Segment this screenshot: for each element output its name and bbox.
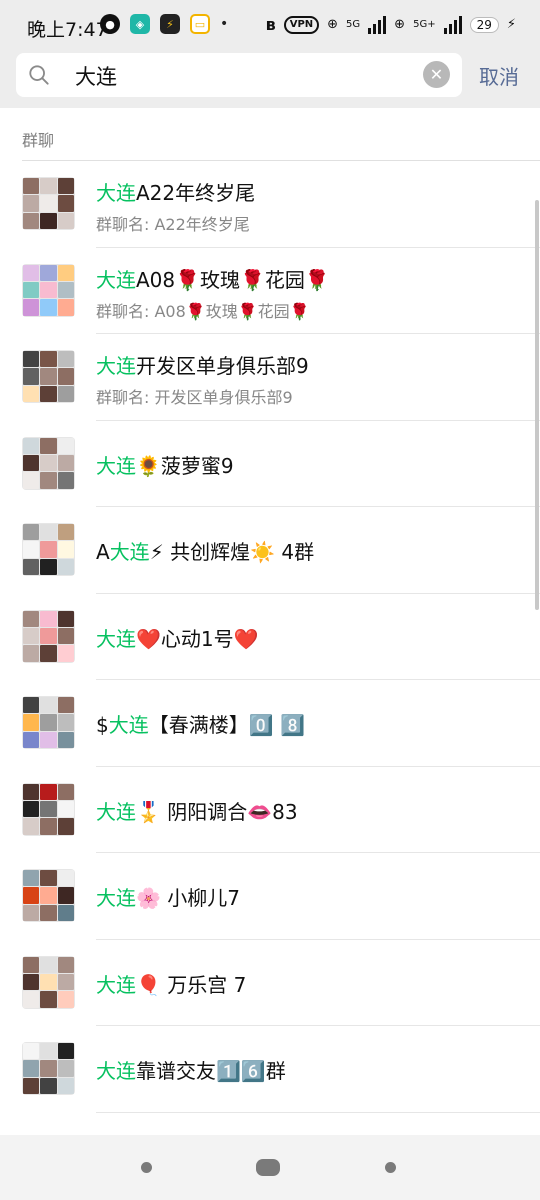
- title-rest: ⚡ 共创辉煌☀️ 4群: [149, 540, 315, 564]
- group-title: 大连靠谱交友1️⃣6️⃣群: [96, 1055, 286, 1084]
- group-title: A大连⚡ 共创辉煌☀️ 4群: [96, 536, 314, 565]
- group-title: 大连开发区单身俱乐部9: [96, 350, 309, 379]
- group-avatar: [22, 436, 75, 490]
- list-item[interactable]: 大连🎈 万乐宫 7: [0, 940, 540, 1026]
- title-rest: 🌸 小柳儿7: [136, 886, 240, 910]
- title-highlight: 大连: [109, 540, 150, 564]
- title-rest: 靠谱交友1️⃣6️⃣群: [136, 1059, 286, 1083]
- bear-app-icon: ●: [100, 14, 120, 34]
- title-highlight: 大连: [108, 713, 149, 737]
- group-title: 大连🌻菠萝蜜9: [96, 450, 234, 479]
- results-list: 大连A22年终岁尾 群聊名: A22年终岁尾 大连A08🌹玫瑰🌹花园🌹 群聊名: A0…: [0, 161, 540, 1113]
- row-divider: [96, 1111, 540, 1113]
- title-highlight: 大连: [96, 886, 136, 910]
- bluetooth-icon: ʙ: [265, 15, 276, 34]
- signal-1-icon: [368, 15, 387, 34]
- status-notification-icons: ● ◈ ⚡ ▭ •: [100, 14, 228, 34]
- group-avatar: [22, 263, 75, 317]
- hd-icon: ⊕: [327, 17, 339, 32]
- group-avatar: [22, 1042, 75, 1095]
- vpn-icon: VPN: [283, 15, 320, 34]
- group-title: 大连🌸 小柳儿7: [96, 882, 240, 911]
- list-item[interactable]: A大连⚡ 共创辉煌☀️ 4群: [0, 507, 540, 594]
- cancel-button[interactable]: 取消: [479, 61, 519, 90]
- group-avatar: [22, 696, 75, 749]
- list-item[interactable]: 大连❤️心动1号❤️: [0, 594, 540, 680]
- status-time: 晚上7:47: [27, 19, 108, 41]
- clear-search-icon[interactable]: ✕: [423, 61, 450, 88]
- nav-recent-icon[interactable]: [385, 1162, 396, 1173]
- title-rest: A08🌹玫瑰🌹花园🌹: [136, 267, 330, 292]
- network-1-label: 5G: [346, 19, 361, 30]
- title-highlight: 大连: [96, 972, 136, 997]
- group-title: 大连🎖️ 阴阳调合👄83: [96, 796, 298, 825]
- title-highlight: 大连: [96, 181, 136, 205]
- wallet-app-icon: ▭: [190, 14, 210, 34]
- scrollbar[interactable]: [535, 200, 539, 610]
- status-bar: 晚上7:47 ● ◈ ⚡ ▭ • ʙ VPN ⊕ 5G ⊕ 5G+ 29 ⚡: [0, 0, 540, 52]
- group-subtitle: 群聊名: A22年终岁尾: [96, 215, 250, 234]
- group-avatar: [22, 350, 75, 403]
- group-subtitle: 群聊名: A08🌹玫瑰🌹花园🌹: [96, 301, 310, 321]
- group-subtitle: 群聊名: 开发区单身俱乐部9: [96, 388, 293, 407]
- nav-home-icon[interactable]: [256, 1159, 280, 1176]
- title-rest: 🎈 万乐宫 7: [136, 972, 247, 997]
- status-right-icons: ʙ VPN ⊕ 5G ⊕ 5G+ 29 ⚡: [266, 15, 516, 34]
- title-prefix: A: [96, 540, 110, 564]
- group-title: $大连【春满楼】0️⃣ 8️⃣: [96, 709, 305, 738]
- title-rest: 【春满楼】0️⃣ 8️⃣: [148, 713, 305, 737]
- group-avatar: [22, 782, 75, 836]
- lightning-app-icon: ⚡: [160, 14, 180, 34]
- title-rest: A22年终岁尾: [136, 181, 256, 205]
- search-icon: [29, 65, 49, 85]
- list-item[interactable]: 大连🌸 小柳儿7: [0, 853, 540, 940]
- list-item[interactable]: 大连🌻菠萝蜜9: [0, 421, 540, 507]
- list-item[interactable]: 大连A08🌹玫瑰🌹花园🌹 群聊名: A08🌹玫瑰🌹花园🌹: [0, 248, 540, 334]
- group-avatar: [22, 955, 75, 1009]
- group-title: 大连❤️心动1号❤️: [96, 623, 259, 652]
- group-title: 大连A22年终岁尾: [96, 177, 255, 206]
- title-prefix: $: [96, 713, 109, 737]
- group-avatar: [22, 869, 75, 922]
- list-item[interactable]: $大连【春满楼】0️⃣ 8️⃣: [0, 680, 540, 767]
- more-notifications-icon: •: [220, 16, 229, 32]
- title-highlight: 大连: [96, 267, 136, 292]
- list-item[interactable]: 大连靠谱交友1️⃣6️⃣群: [0, 1026, 540, 1113]
- list-item[interactable]: 大连🎖️ 阴阳调合👄83: [0, 767, 540, 853]
- signal-2-icon: [443, 15, 462, 34]
- title-rest: 🎖️ 阴阳调合👄83: [136, 799, 298, 824]
- group-avatar: [22, 177, 75, 230]
- search-box[interactable]: 大连 ✕: [16, 53, 462, 97]
- list-item[interactable]: 大连开发区单身俱乐部9 群聊名: 开发区单身俱乐部9: [0, 334, 540, 421]
- battery-icon: 29: [469, 16, 499, 33]
- nav-back-icon[interactable]: [141, 1162, 152, 1173]
- teal-app-icon: ◈: [130, 14, 150, 34]
- hd-icon-2: ⊕: [394, 17, 406, 32]
- title-highlight: 大连: [96, 453, 136, 478]
- search-input[interactable]: 大连: [75, 61, 117, 91]
- title-highlight: 大连: [96, 799, 136, 824]
- section-label-group-chats: 群聊: [22, 131, 55, 150]
- title-rest: 🌻菠萝蜜9: [136, 453, 234, 478]
- list-item[interactable]: 大连A22年终岁尾群聊名: A22年终岁尾: [0, 161, 540, 248]
- network-2-label: 5G+: [413, 19, 436, 30]
- group-avatar: [22, 609, 75, 663]
- title-highlight: 大连: [96, 1059, 136, 1083]
- title-rest: 开发区单身俱乐部9: [136, 354, 309, 378]
- charging-icon: ⚡: [506, 17, 516, 32]
- title-highlight: 大连: [96, 354, 136, 378]
- group-title: 大连🎈 万乐宫 7: [96, 969, 246, 998]
- group-avatar: [22, 523, 75, 576]
- title-rest: ❤️心动1号❤️: [136, 626, 259, 651]
- title-highlight: 大连: [96, 626, 136, 651]
- group-title: 大连A08🌹玫瑰🌹花园🌹: [96, 264, 330, 293]
